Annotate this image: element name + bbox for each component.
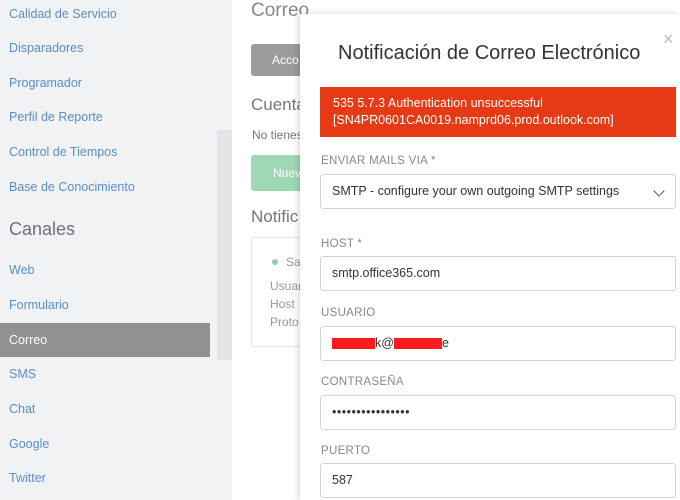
close-icon[interactable]: × bbox=[663, 29, 674, 50]
send-via-select[interactable]: SMTP - configure your own outgoing SMTP … bbox=[320, 174, 676, 209]
sidebar: Calidad de Servicio Disparadores Program… bbox=[0, 0, 232, 500]
sidebar-item-disparadores[interactable]: Disparadores bbox=[0, 31, 210, 65]
no-accounts-text: No tienes bbox=[252, 128, 303, 142]
sidebar-item-base-de-conocimiento[interactable]: Base de Conocimiento bbox=[0, 170, 210, 204]
accounts-heading: Cuenta bbox=[251, 95, 306, 114]
notifications-heading: Notific bbox=[251, 207, 299, 226]
send-via-value: SMTP - configure your own outgoing SMTP … bbox=[332, 184, 620, 198]
host-input[interactable]: smtp.office365.com bbox=[320, 256, 676, 291]
user-value-suffix: e bbox=[441, 336, 449, 350]
send-via-label: ENVIAR MAILS VIA * bbox=[321, 155, 436, 167]
password-label: CONTRASEÑA bbox=[321, 376, 404, 388]
host-label: HOST * bbox=[321, 238, 363, 250]
sidebar-section-title: Canales bbox=[9, 219, 76, 239]
sidebar-item-google[interactable]: Google bbox=[0, 427, 210, 461]
sidebar-item-chat[interactable]: Chat bbox=[0, 392, 210, 426]
card-protocol-label: Proto bbox=[270, 315, 299, 329]
password-input[interactable]: •••••••••••••••• bbox=[320, 395, 676, 430]
card-user-label: Usuar bbox=[270, 279, 303, 293]
sidebar-scrollbar[interactable] bbox=[217, 130, 232, 360]
user-value-prefix: k@ bbox=[375, 336, 394, 350]
sidebar-item-programador[interactable]: Programador bbox=[0, 66, 210, 100]
sidebar-item-sms[interactable]: SMS bbox=[0, 357, 210, 391]
sidebar-item-web[interactable]: Web bbox=[0, 253, 210, 287]
sidebar-item-correo[interactable]: Correo bbox=[0, 323, 210, 357]
sidebar-item-twitter[interactable]: Twitter bbox=[0, 461, 210, 495]
sidebar-item-calidad-de-servicio[interactable]: Calidad de Servicio bbox=[0, 0, 210, 31]
modal-title: Notificación de Correo Electrónico bbox=[338, 42, 641, 64]
status-dot-icon bbox=[272, 259, 278, 265]
port-input[interactable]: 587 bbox=[320, 463, 676, 498]
user-label: USUARIO bbox=[321, 307, 376, 319]
sidebar-item-control-de-tiempos[interactable]: Control de Tiempos bbox=[0, 135, 210, 169]
redaction-mark bbox=[332, 338, 375, 350]
user-input[interactable]: k@ e bbox=[320, 326, 676, 361]
port-label: PUERTO bbox=[321, 445, 371, 457]
card-host-label: Host bbox=[270, 297, 295, 311]
card-status-label: Sa bbox=[286, 255, 301, 269]
chevron-down-icon bbox=[653, 185, 665, 197]
redaction-mark bbox=[393, 338, 442, 350]
sidebar-item-perfil-de-reporte[interactable]: Perfil de Reporte bbox=[0, 100, 210, 134]
error-alert: 535 5.7.3 Authentication unsuccessful [S… bbox=[320, 87, 676, 137]
sidebar-item-formulario[interactable]: Formulario bbox=[0, 288, 210, 322]
